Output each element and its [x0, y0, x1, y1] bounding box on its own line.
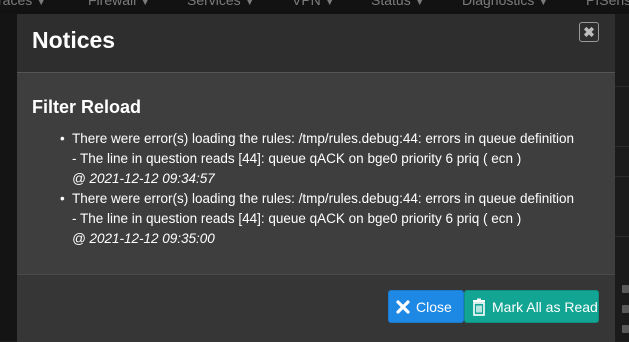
x-icon	[396, 299, 410, 314]
notice-detail: - The line in question reads [44]: queue…	[72, 151, 522, 166]
notice-timestamp: @ 2021-12-12 09:34:57	[72, 171, 215, 186]
modal-title: Notices	[32, 27, 116, 53]
modal-body: Filter Reload There were error(s) loadin…	[17, 73, 615, 274]
mark-all-read-button[interactable]: Mark All as Read	[464, 290, 599, 323]
close-button[interactable]: Close	[388, 290, 464, 323]
notice-list: There were error(s) loading the rules: /…	[57, 129, 612, 249]
notice-timestamp: @ 2021-12-12 09:35:00	[72, 231, 215, 246]
modal-header: Notices ✖	[17, 14, 615, 73]
notice-item: There were error(s) loading the rules: /…	[60, 189, 612, 249]
notice-item: There were error(s) loading the rules: /…	[60, 129, 612, 189]
notices-modal: Notices ✖ Filter Reload There were error…	[17, 14, 615, 342]
notice-message: There were error(s) loading the rules: /…	[72, 191, 575, 206]
modal-footer: Close Mark All as Read	[17, 274, 615, 342]
section-title: Filter Reload	[32, 97, 142, 117]
notice-detail: - The line in question reads [44]: queue…	[72, 211, 522, 226]
notice-message: There were error(s) loading the rules: /…	[72, 131, 575, 146]
mark-all-read-label: Mark All as Read	[492, 298, 598, 315]
close-button-label: Close	[416, 298, 452, 315]
trash-icon	[473, 298, 485, 316]
close-icon[interactable]: ✖	[579, 22, 599, 42]
